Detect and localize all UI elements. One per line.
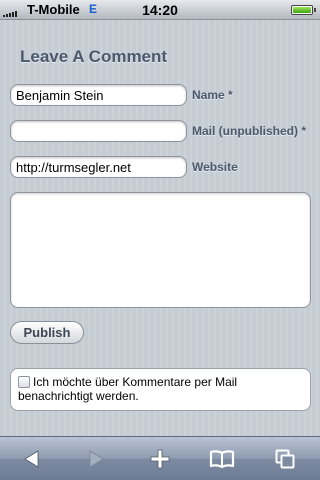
back-button[interactable] <box>6 437 58 480</box>
clock: 14:20 <box>142 2 178 18</box>
forward-button[interactable] <box>70 437 122 480</box>
bookmarks-icon <box>209 450 235 469</box>
email-label: Mail (unpublished) * <box>192 124 306 138</box>
website-label: Website <box>192 160 238 174</box>
email-field[interactable] <box>10 120 187 142</box>
safari-toolbar <box>0 436 320 480</box>
add-bookmark-button[interactable] <box>134 437 186 480</box>
add-icon <box>150 449 170 469</box>
pages-button[interactable] <box>259 437 311 480</box>
comment-textarea[interactable] <box>10 192 311 308</box>
website-field[interactable] <box>10 156 187 178</box>
name-field[interactable] <box>10 84 187 106</box>
forward-icon <box>89 450 104 468</box>
page-title: Leave A Comment <box>20 47 168 66</box>
notify-option: Ich möchte über Kommentare per Mail bena… <box>10 368 311 411</box>
publish-button[interactable]: Publish <box>10 321 84 344</box>
battery-icon <box>291 5 316 15</box>
pages-icon <box>275 449 295 469</box>
battery-level <box>293 7 311 13</box>
bookmarks-button[interactable] <box>196 437 248 480</box>
notify-label: Ich möchte über Kommentare per Mail bena… <box>18 375 238 403</box>
status-bar: T-Mobile E 14:20 <box>0 0 320 20</box>
notify-checkbox[interactable] <box>18 376 30 388</box>
back-icon <box>24 450 39 468</box>
name-label: Name * <box>192 88 233 102</box>
